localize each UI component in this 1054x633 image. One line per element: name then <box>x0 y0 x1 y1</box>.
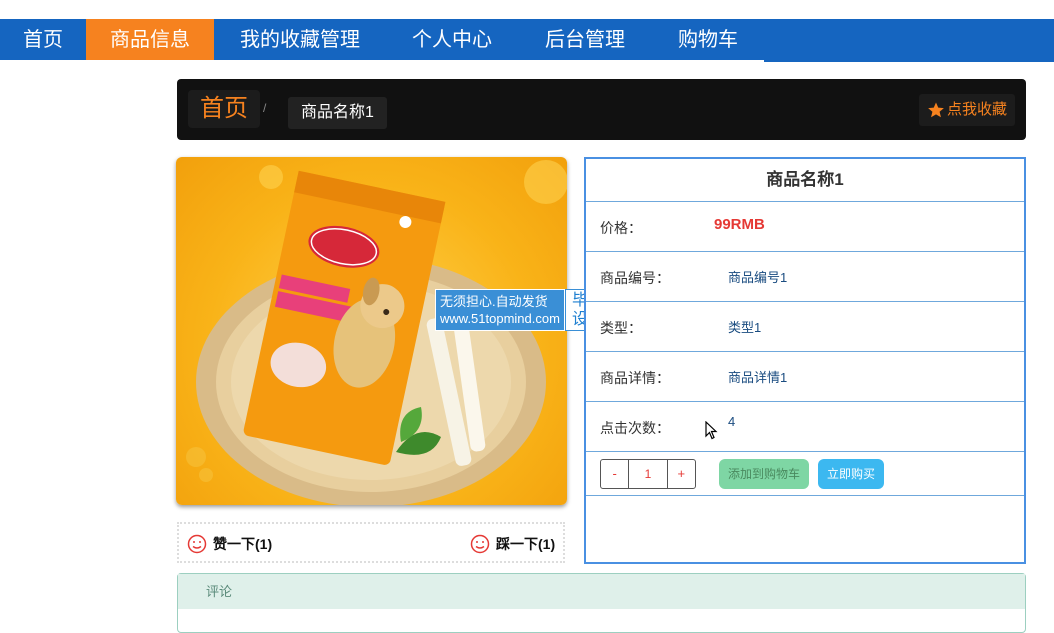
nav-item-admin[interactable]: 后台管理 <box>518 19 652 62</box>
info-label: 价格： <box>600 220 642 236</box>
comment-title: 评论 <box>178 574 1025 609</box>
decrement-button[interactable]: - <box>601 460 628 488</box>
info-row-sku: 商品编号： 商品编号1 <box>586 252 1024 302</box>
breadcrumb-separator: / <box>263 101 267 115</box>
breadcrumb-home-link[interactable]: 首页 <box>188 90 260 128</box>
buy-now-button[interactable]: 立即购买 <box>818 459 884 489</box>
product-image <box>176 157 567 505</box>
info-row-price: 价格： 99RMB <box>586 202 1024 252</box>
info-row-clicks: 点击次数： 4 <box>586 402 1024 452</box>
top-nav: 首页 商品信息 我的收藏管理 个人中心 后台管理 购物车 <box>0 19 1054 62</box>
star-icon <box>928 102 944 118</box>
breadcrumb-current: 商品名称1 <box>288 97 387 129</box>
smiley-icon <box>470 534 490 554</box>
vote-bar: 赞一下(1) 踩一下(1) <box>177 522 565 563</box>
mouse-cursor-icon <box>705 421 718 440</box>
nav-item-products[interactable]: 商品信息 <box>86 19 214 62</box>
increment-button[interactable]: + <box>668 460 695 488</box>
info-value: 4 <box>728 414 736 429</box>
info-value: 商品编号1 <box>728 270 788 285</box>
nav-item-home[interactable]: 首页 <box>0 19 86 62</box>
quantity-stepper: - 1 + <box>600 459 696 489</box>
product-info-panel: 商品名称1 价格： 99RMB 商品编号： 商品编号1 类型： 类型1 商品详情… <box>584 157 1026 564</box>
quantity-input[interactable]: 1 <box>628 460 668 488</box>
info-row-detail: 商品详情： 商品详情1 <box>586 352 1024 402</box>
dislike-label: 踩一下(1) <box>496 536 556 552</box>
watermark-line2: www.51topmind.com <box>440 311 560 326</box>
breadcrumb: 首页 / 商品名称1 点我收藏 <box>177 79 1026 140</box>
nav-item-profile[interactable]: 个人中心 <box>386 19 518 62</box>
product-photo <box>186 160 567 505</box>
nav-item-favorites[interactable]: 我的收藏管理 <box>214 19 386 62</box>
price-value: 99RMB <box>714 216 765 233</box>
favorite-label: 点我收藏 <box>946 101 1007 118</box>
favorite-button[interactable]: 点我收藏 <box>918 94 1015 126</box>
info-label: 商品详情： <box>600 370 670 386</box>
purchase-actions: - 1 + 添加到购物车 立即购买 <box>586 452 1024 496</box>
watermark-line1: 无须担心.自动发货 <box>440 294 548 309</box>
like-label: 赞一下(1) <box>213 536 273 552</box>
nav-filler <box>764 19 1054 62</box>
watermark-text: 无须担心.自动发货 www.51topmind.com <box>435 289 565 331</box>
info-value: 商品详情1 <box>728 370 788 385</box>
info-row-type: 类型： 类型1 <box>586 302 1024 352</box>
info-label: 点击次数： <box>600 420 670 436</box>
info-label: 类型： <box>600 320 642 336</box>
like-button[interactable]: 赞一下(1) <box>187 534 272 554</box>
nav-item-cart[interactable]: 购物车 <box>652 19 764 62</box>
dislike-button[interactable]: 踩一下(1) <box>470 534 555 554</box>
product-title: 商品名称1 <box>586 159 1024 202</box>
info-value: 类型1 <box>728 320 762 335</box>
info-label: 商品编号： <box>600 270 670 286</box>
comment-panel: 评论 <box>177 573 1026 633</box>
add-to-cart-button[interactable]: 添加到购物车 <box>719 459 809 489</box>
smiley-icon <box>187 534 207 554</box>
